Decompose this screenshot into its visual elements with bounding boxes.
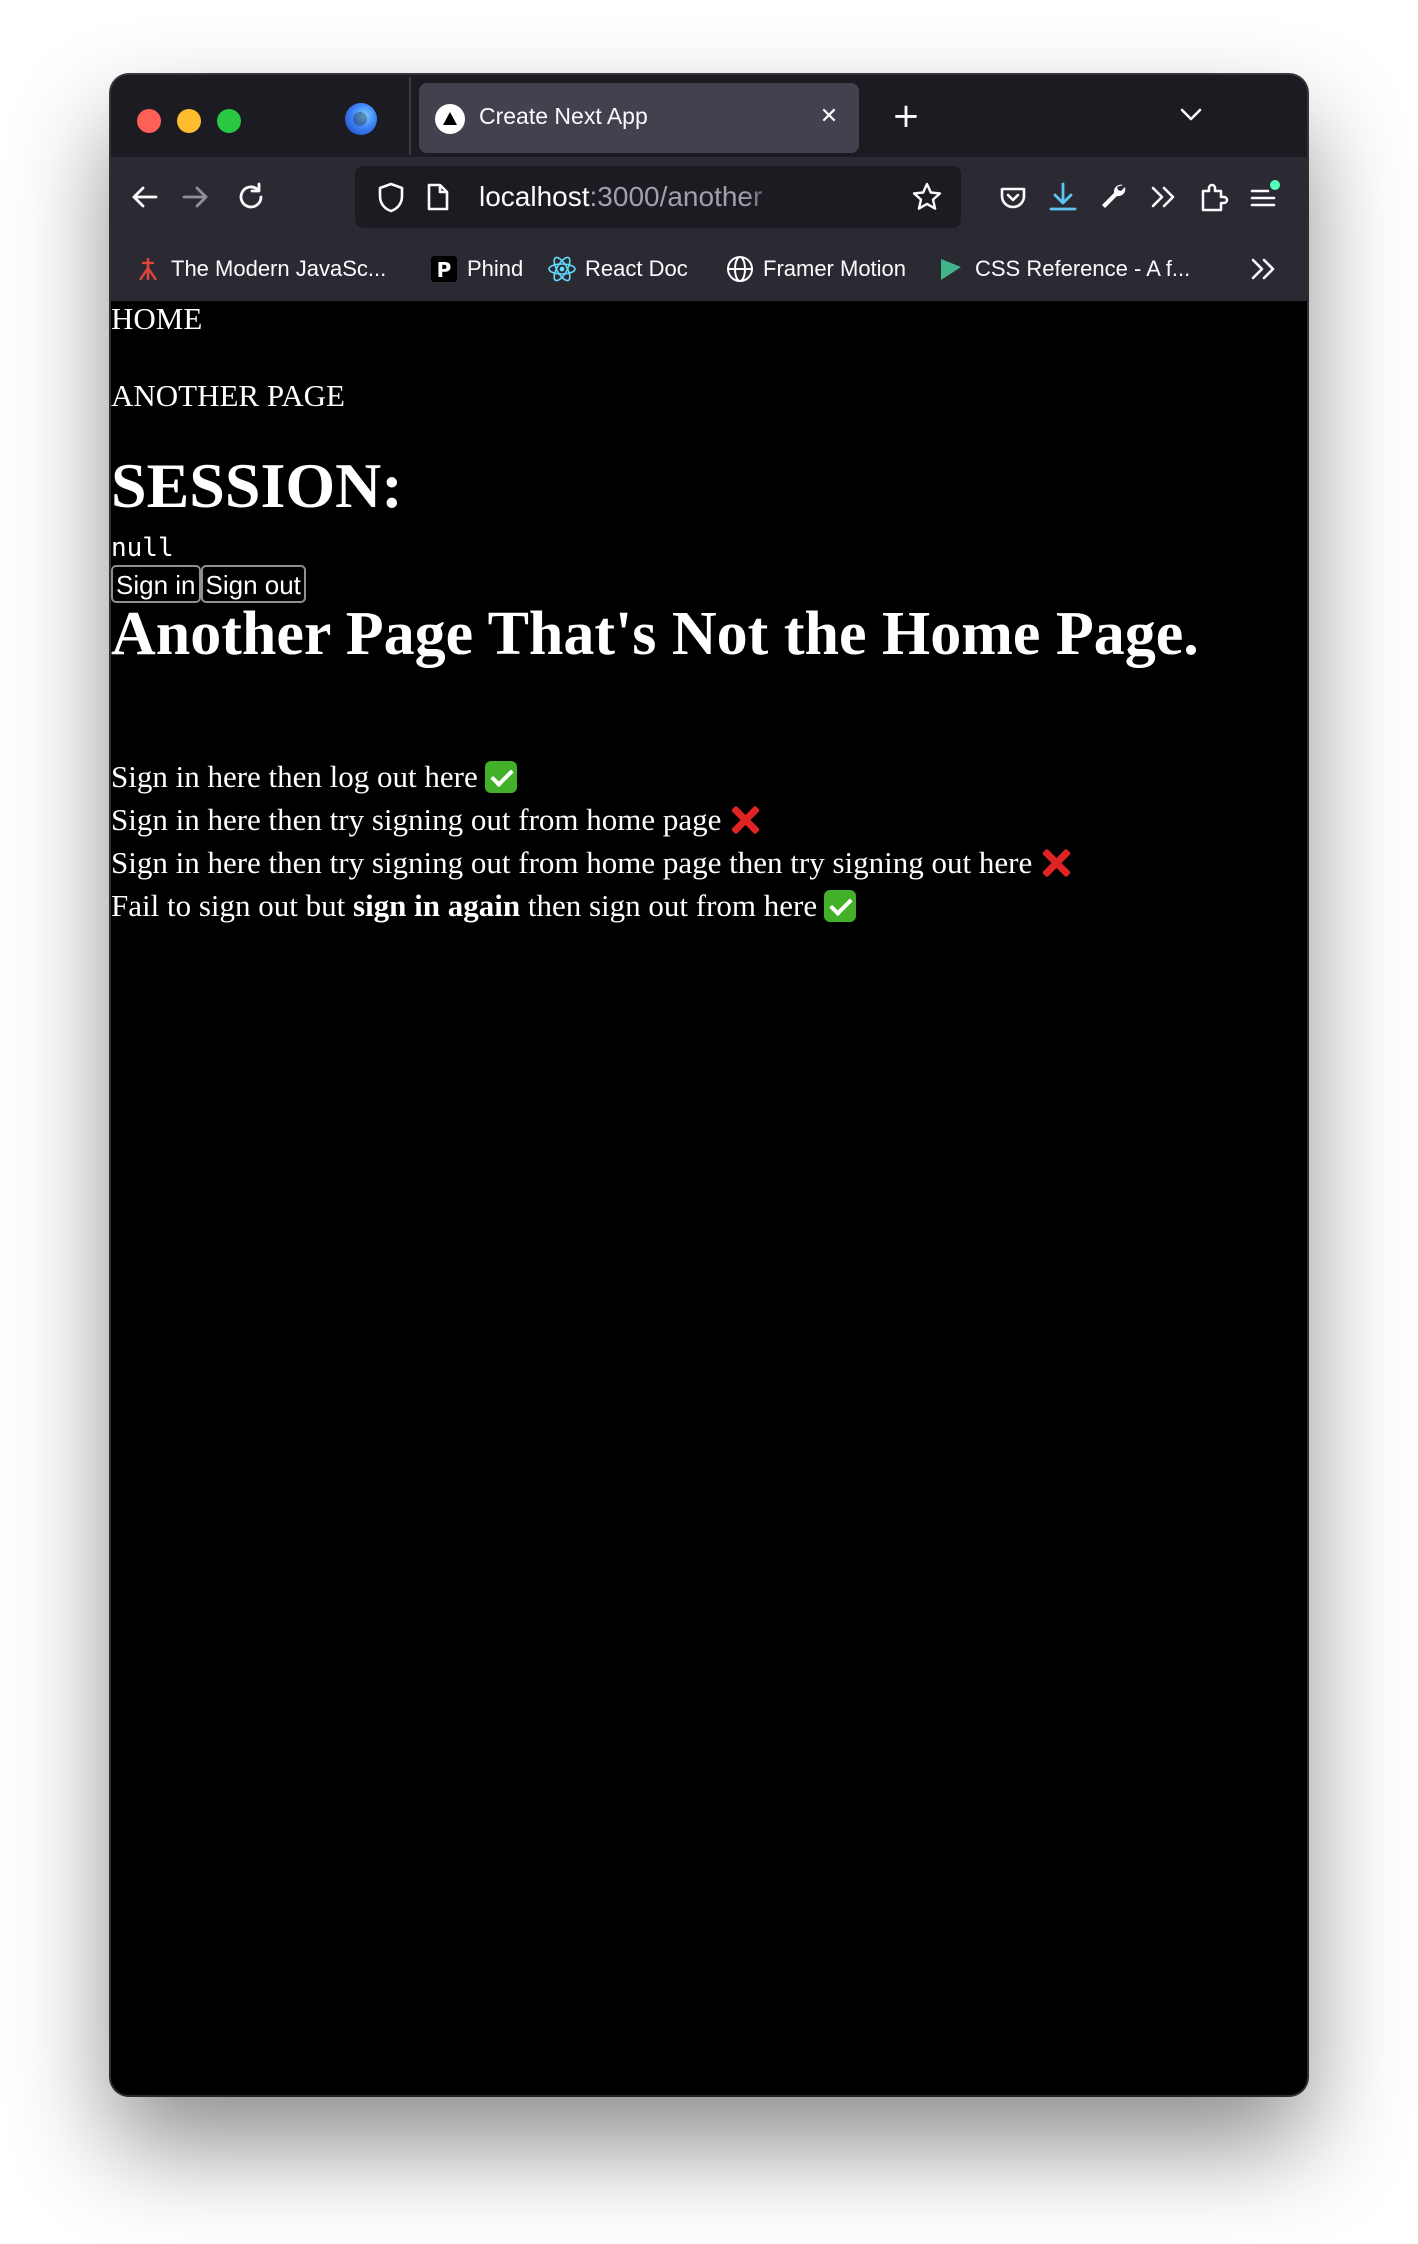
bookmark-react-doc[interactable]: React Doc (547, 249, 688, 289)
url-fade-overlay (745, 174, 785, 220)
bookmark-phind[interactable]: P Phind (429, 249, 523, 289)
close-window-button[interactable] (137, 109, 161, 133)
zoom-window-button[interactable] (217, 109, 241, 133)
tab-divider (409, 77, 411, 155)
browser-chrome: Create Next App ✕ + localhost:3000/anoth… (111, 75, 1307, 301)
javascript-info-icon (133, 254, 163, 284)
tab-strip: Create Next App ✕ + (111, 75, 1307, 157)
sign-in-button[interactable]: Sign in (111, 565, 201, 603)
more-tools-chevron-icon[interactable] (1137, 171, 1189, 223)
back-arrow-icon[interactable] (119, 171, 171, 223)
bookmark-label: CSS Reference - A f... (975, 256, 1191, 281)
url-text[interactable]: localhost:3000/another (479, 181, 779, 213)
cross-mark-icon (728, 803, 762, 837)
bookmarks-overflow-chevron-icon[interactable] (1237, 243, 1289, 295)
screenshot-stage: Create Next App ✕ + localhost:3000/anoth… (0, 0, 1418, 2244)
session-value: null (111, 533, 174, 563)
css-reference-icon (937, 254, 967, 284)
tracking-protection-shield-icon[interactable] (365, 171, 417, 228)
instruction-line: Sign in here then log out here (111, 759, 517, 795)
tab-close-icon[interactable]: ✕ (813, 101, 845, 133)
bookmark-star-icon[interactable] (901, 171, 953, 228)
check-mark-icon (824, 890, 857, 922)
globe-icon (725, 254, 755, 284)
react-icon (547, 254, 577, 284)
svg-text:P: P (437, 258, 452, 282)
sign-out-button[interactable]: Sign out (200, 565, 306, 603)
page-heading: Another Page That's Not the Home Page. (111, 600, 1199, 668)
instruction-line: Sign in here then try signing out from h… (111, 802, 762, 838)
session-heading: SESSION: (111, 450, 403, 521)
instruction-text-before: Fail to sign out but (111, 888, 353, 923)
url-host: localhost (479, 181, 590, 212)
reload-icon[interactable] (225, 171, 277, 223)
bookmark-label: The Modern JavaSc... (171, 256, 387, 281)
page-info-icon[interactable] (411, 171, 463, 228)
wrench-icon[interactable] (1087, 171, 1139, 223)
forward-arrow-icon[interactable] (169, 171, 221, 223)
nextjs-favicon-icon (435, 104, 465, 134)
instruction-line: Sign in here then try signing out from h… (111, 845, 1073, 881)
active-tab[interactable]: Create Next App ✕ (419, 83, 859, 153)
bookmarks-toolbar: The Modern JavaSc... P Phind React Doc F… (111, 237, 1307, 301)
instruction-text: Sign in here then try signing out from h… (111, 845, 1033, 880)
instruction-line: Fail to sign out but sign in again then … (111, 888, 857, 924)
app-menu-icon[interactable] (1237, 171, 1289, 223)
bookmark-framer-motion[interactable]: Framer Motion (725, 249, 906, 289)
phind-icon: P (429, 254, 459, 284)
navigation-toolbar: localhost:3000/another (111, 157, 1307, 237)
tab-title: Create Next App (479, 103, 648, 129)
browser-window: Create Next App ✕ + localhost:3000/anoth… (111, 75, 1307, 2095)
bookmark-css-reference[interactable]: CSS Reference - A f... (937, 249, 1190, 289)
cross-mark-icon (1039, 846, 1073, 880)
instruction-text: Sign in here then try signing out from h… (111, 802, 722, 837)
home-link[interactable]: HOME (111, 301, 202, 337)
firefox-view-icon[interactable] (345, 103, 377, 135)
page-content: HOME ANOTHER PAGE SESSION: null Sign in … (111, 301, 1307, 2095)
bookmark-modern-javascript[interactable]: The Modern JavaSc... (133, 249, 386, 289)
bookmark-label: Phind (467, 256, 524, 281)
minimize-window-button[interactable] (177, 109, 201, 133)
instruction-text: Sign in here then log out here (111, 759, 478, 794)
extensions-puzzle-icon[interactable] (1187, 171, 1239, 223)
bookmark-label: Framer Motion (763, 256, 907, 281)
pocket-icon[interactable] (987, 171, 1039, 223)
new-tab-icon[interactable]: + (887, 97, 925, 135)
instruction-text-after: then sign out from here (520, 888, 818, 923)
auth-button-row: Sign in Sign out (111, 565, 306, 603)
downloads-icon[interactable] (1037, 171, 1089, 223)
another-page-link[interactable]: ANOTHER PAGE (111, 378, 345, 414)
check-mark-icon (484, 761, 517, 793)
address-bar[interactable]: localhost:3000/another (355, 166, 961, 228)
url-path: :3000/another (589, 181, 763, 212)
instruction-text-bold: sign in again (353, 888, 521, 923)
bookmark-label: React Doc (585, 256, 688, 281)
list-all-tabs-icon[interactable] (1171, 95, 1211, 135)
